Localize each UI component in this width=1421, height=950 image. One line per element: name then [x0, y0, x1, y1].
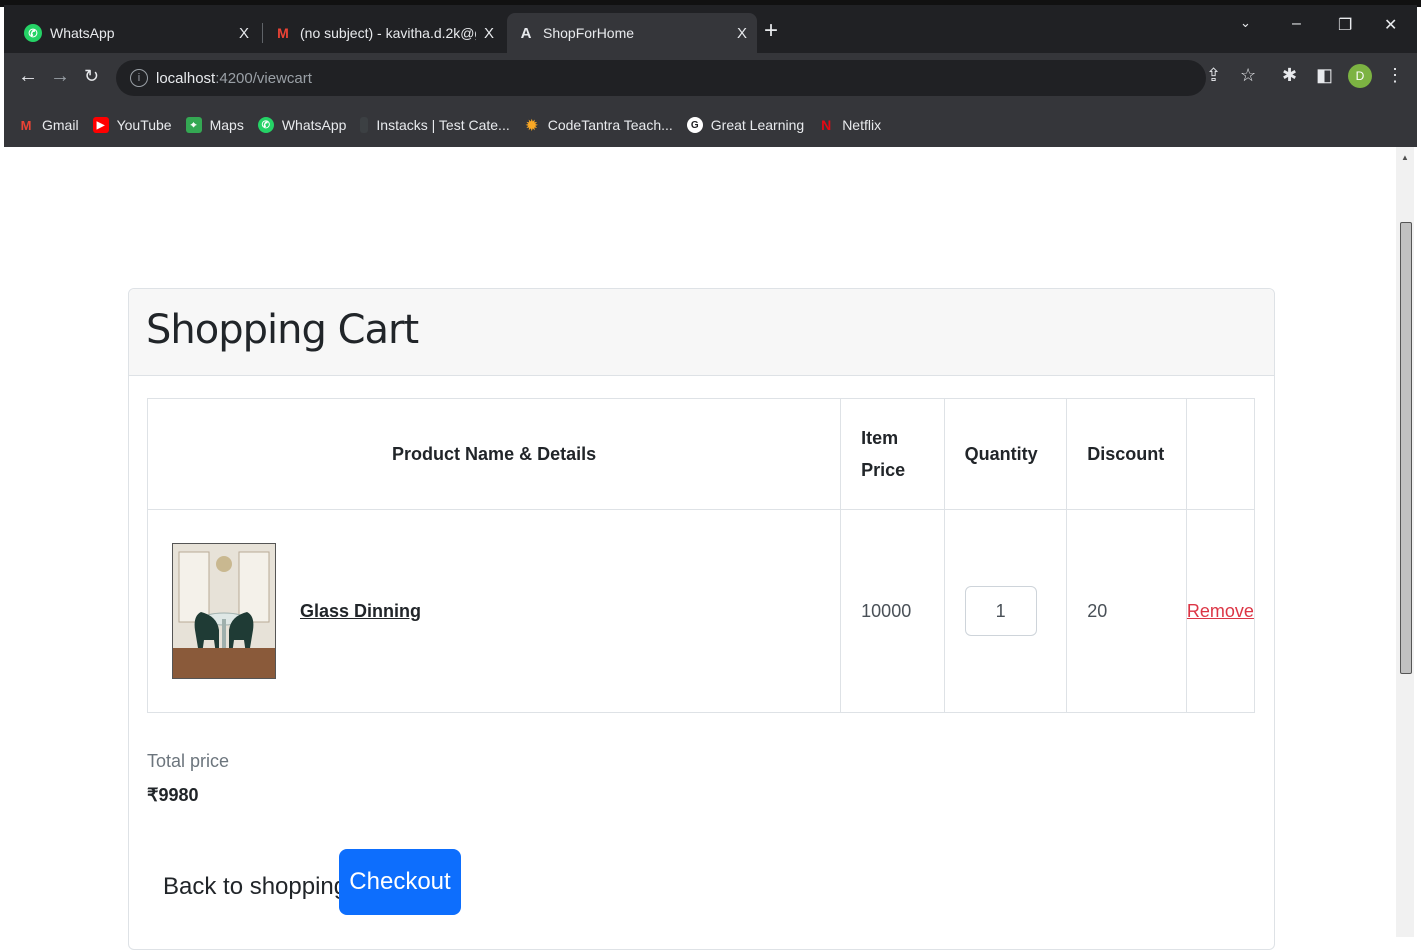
back-to-shopping-link[interactable]: Back to shopping: [163, 873, 347, 901]
browser-chrome: ✆ WhatsApp X M (no subject) - kavitha.d.…: [4, 5, 1417, 147]
page-scrollbar[interactable]: ▲: [1396, 147, 1414, 937]
close-window-icon[interactable]: ✕: [1384, 15, 1397, 35]
bookmarks-bar: M Gmail ▶ YouTube ⌖ Maps ✆ WhatsApp Instacks…: [4, 103, 1417, 147]
tab-gmail[interactable]: M (no subject) - kavitha.d.2k@gma X: [264, 13, 504, 53]
extensions-icon[interactable]: ✱: [1282, 65, 1297, 86]
profile-avatar[interactable]: D: [1348, 64, 1372, 88]
scrollbar-thumb[interactable]: [1400, 222, 1412, 674]
column-header-quantity: Quantity: [943, 398, 1067, 510]
cart-table: Product Name & Details Item Price Quanti…: [146, 398, 1256, 713]
close-tab-icon[interactable]: X: [737, 25, 747, 42]
restore-icon[interactable]: ❐: [1338, 15, 1352, 35]
url-host: localhost: [156, 69, 216, 87]
side-panel-icon[interactable]: ◧: [1316, 65, 1333, 86]
bookmark-youtube[interactable]: ▶ YouTube: [92, 117, 172, 133]
gmail-icon: M: [20, 117, 32, 133]
quantity-cell: [943, 509, 1067, 713]
tab-strip: ✆ WhatsApp X M (no subject) - kavitha.d.…: [4, 5, 1417, 53]
tab-search-icon[interactable]: ⌄: [1240, 15, 1251, 31]
table-row: Glass Dinning 10000 20 Remove: [146, 509, 1256, 713]
bookmark-label: Maps: [209, 117, 244, 133]
gmail-icon: M: [277, 25, 289, 41]
tab-whatsapp[interactable]: ✆ WhatsApp X: [14, 13, 259, 53]
close-tab-icon[interactable]: X: [239, 25, 249, 42]
angular-icon: A: [520, 24, 532, 42]
discount-cell: 20: [1066, 509, 1187, 713]
forward-icon[interactable]: →: [50, 65, 70, 88]
great-learning-icon: G: [686, 117, 703, 133]
tab-title: (no subject) - kavitha.d.2k@gma: [300, 25, 476, 41]
bookmark-netflix[interactable]: N Netflix: [818, 117, 881, 133]
minimize-icon[interactable]: –: [1292, 15, 1301, 33]
bookmark-label: Instacks | Test Cate...: [376, 117, 510, 133]
tab-title: ShopForHome: [543, 25, 635, 41]
remove-link[interactable]: Remove: [1187, 601, 1254, 621]
bookmark-great-learning[interactable]: G Great Learning: [686, 117, 805, 133]
whatsapp-icon: ✆: [257, 117, 274, 133]
share-icon[interactable]: ⇪: [1206, 65, 1221, 86]
close-tab-icon[interactable]: X: [484, 25, 494, 42]
column-header-discount: Discount: [1066, 398, 1187, 510]
scroll-up-icon[interactable]: ▲: [1401, 153, 1409, 162]
page-title: Shopping Cart: [146, 307, 419, 353]
bookmark-maps[interactable]: ⌖ Maps: [185, 117, 244, 133]
dining-room-picture: [173, 544, 275, 678]
column-header-price: Item Price: [840, 398, 945, 510]
codetantra-icon: ✹: [525, 116, 538, 133]
info-icon[interactable]: i: [130, 69, 148, 87]
card-header: Shopping Cart: [129, 289, 1274, 376]
new-tab-button[interactable]: +: [764, 17, 778, 45]
bookmark-label: WhatsApp: [281, 117, 347, 133]
netflix-icon: N: [821, 117, 832, 133]
product-image[interactable]: [172, 543, 276, 679]
bookmark-label: Gmail: [42, 117, 79, 133]
tab-shopforhome[interactable]: A ShopForHome X: [507, 13, 757, 53]
table-header-row: Product Name & Details Item Price Quanti…: [146, 398, 1256, 510]
url-input[interactable]: i localhost:4200/viewcart: [116, 60, 1206, 96]
bookmark-whatsapp[interactable]: ✆ WhatsApp: [257, 117, 347, 133]
column-header-product: Product Name & Details: [146, 398, 841, 510]
product-cell: Glass Dinning: [146, 509, 841, 713]
quantity-input[interactable]: [964, 586, 1037, 636]
whatsapp-icon: ✆: [24, 24, 42, 42]
bookmark-label: YouTube: [116, 117, 172, 133]
checkout-button[interactable]: Checkout: [339, 849, 461, 915]
address-bar: ← → ↻ i localhost:4200/viewcart ⇪ ☆ ✱ ◧ …: [4, 53, 1417, 103]
total-price-label: Total price: [147, 751, 230, 771]
instacks-icon: [360, 117, 369, 133]
total-price-value: ₹9980: [147, 785, 199, 805]
maps-icon: ⌖: [185, 117, 202, 133]
bookmark-label: Great Learning: [710, 117, 805, 133]
remove-cell: Remove: [1185, 509, 1256, 713]
product-name-link[interactable]: Glass Dinning: [300, 601, 421, 622]
tab-title: WhatsApp: [50, 25, 115, 41]
bookmark-label: CodeTantra Teach...: [547, 117, 673, 133]
bookmark-gmail[interactable]: M Gmail: [18, 117, 79, 133]
url-path: :4200/viewcart: [215, 69, 312, 87]
bookmark-instacks[interactable]: Instacks | Test Cate...: [360, 117, 510, 133]
column-header-price-label: Item Price: [861, 428, 906, 480]
item-price-cell: 10000: [840, 509, 945, 713]
youtube-icon: ▶: [92, 117, 109, 133]
column-header-actions: [1185, 398, 1256, 510]
bookmark-star-icon[interactable]: ☆: [1240, 65, 1256, 86]
menu-icon[interactable]: ⋮: [1386, 65, 1404, 86]
tab-separator: [262, 23, 263, 43]
bookmark-codetantra[interactable]: ✹ CodeTantra Teach...: [524, 116, 673, 134]
back-icon[interactable]: ←: [18, 65, 38, 88]
shopping-cart-card: Shopping Cart Product Name & Details Ite…: [128, 288, 1275, 950]
reload-icon[interactable]: ↻: [84, 66, 99, 87]
bookmark-label: Netflix: [842, 117, 882, 133]
